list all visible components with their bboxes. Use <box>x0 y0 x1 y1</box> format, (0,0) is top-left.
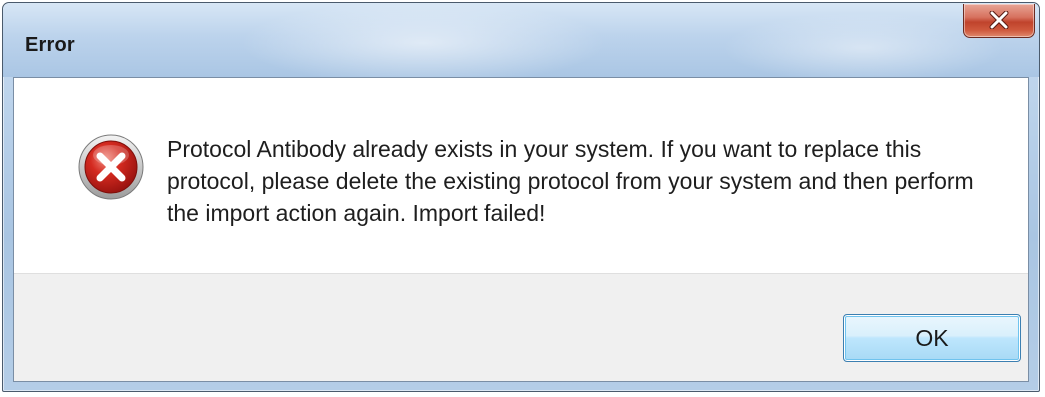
dialog-title: Error <box>25 34 75 56</box>
close-icon <box>989 11 1009 29</box>
error-dialog-window: Error Protocol Antibody already exists i… <box>2 2 1040 392</box>
title-bar[interactable]: Error <box>3 3 1039 77</box>
dialog-body: Protocol Antibody already exists in your… <box>13 77 1029 382</box>
message-area: Protocol Antibody already exists in your… <box>14 78 1028 273</box>
ok-button[interactable]: OK <box>843 314 1021 362</box>
close-button[interactable] <box>963 4 1035 38</box>
button-bar: OK <box>14 273 1028 381</box>
error-message: Protocol Antibody already exists in your… <box>167 136 974 226</box>
error-icon <box>78 134 144 200</box>
